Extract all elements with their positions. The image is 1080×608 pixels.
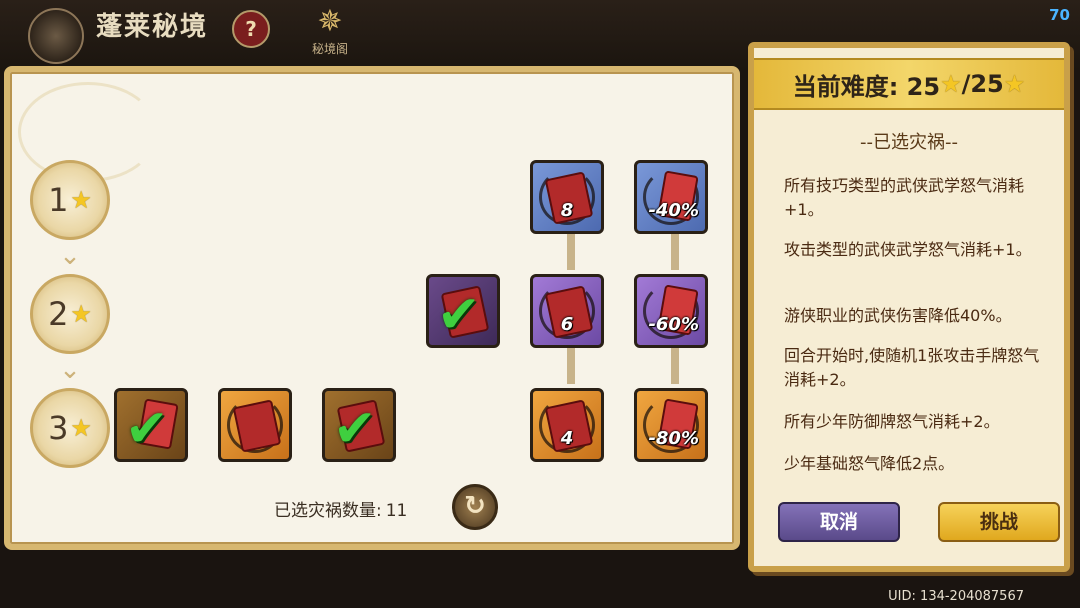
- calamity-card[interactable]: 8: [530, 160, 604, 234]
- difficulty-panel: 当前难度: 25 ★ /25 ★ --已选灾祸-- 所有技巧类型的武侠武学怒气消…: [748, 42, 1070, 572]
- chevron-down-icon: ⌄: [59, 355, 81, 385]
- user-id: UID: 134-204087567: [888, 589, 1024, 604]
- checkmark-icon: ✔: [333, 399, 377, 459]
- calamity-card-selected[interactable]: ✔: [322, 388, 396, 462]
- selected-calamities-title: --已选灾祸--: [860, 132, 958, 153]
- calamity-description: 游侠职业的武侠伤害降低40%。: [784, 306, 1012, 325]
- selected-count: 已选灾祸数量: 11: [270, 496, 407, 521]
- star-icon: ★: [940, 70, 962, 98]
- calamity-description: 所有技巧类型的武侠武学怒气消耗+1。: [784, 176, 1025, 219]
- selected-count-label: 已选灾祸数量:: [274, 501, 382, 521]
- card-value: 8: [560, 200, 574, 221]
- fps-counter: 70: [1049, 6, 1070, 24]
- checkmark-icon: ✔: [437, 285, 481, 345]
- calamity-card[interactable]: -80%: [634, 388, 708, 462]
- calamity-card[interactable]: -60%: [634, 274, 708, 348]
- reset-icon[interactable]: ↻: [452, 484, 498, 530]
- difficulty-label: 当前难度: 25: [792, 72, 941, 101]
- calamity-card-selected[interactable]: ✔: [426, 274, 500, 348]
- card-connector: [671, 348, 679, 384]
- calamity-description: 回合开始时,使随机1张攻击手牌怒气消耗+2。: [784, 346, 1040, 389]
- page-title: 蓬莱秘境: [96, 12, 209, 42]
- tier-3-badge: 3 ★: [30, 388, 110, 468]
- calamity-board: 1 ★ ⌄ 2 ★ ⌄ 3 ★ 8 -40% ✔ 6 -60% ✔ ✔ 4 -8…: [4, 66, 740, 550]
- card-value: 6: [560, 314, 574, 335]
- chevron-down-icon: ⌄: [59, 241, 81, 271]
- checkmark-icon: ✔: [125, 399, 169, 459]
- star-icon: ★: [70, 414, 92, 442]
- star-icon: ★: [70, 300, 92, 328]
- tier-number: 3: [48, 409, 69, 447]
- tier-number: 1: [48, 181, 69, 219]
- calamity-card[interactable]: -40%: [634, 160, 708, 234]
- card-value: -80%: [648, 428, 699, 449]
- card-connector: [671, 234, 679, 270]
- star-icon: ★: [70, 186, 92, 214]
- card-connector: [567, 348, 575, 384]
- difficulty-header: 当前难度: 25 ★ /25 ★: [754, 58, 1064, 110]
- calamity-card-selected[interactable]: ✔: [114, 388, 188, 462]
- star-icon: ★: [1003, 70, 1026, 98]
- tier-1-badge: 1 ★: [30, 160, 110, 240]
- pavilion-button[interactable]: ✵ 秘境阁: [300, 4, 360, 64]
- calamity-card[interactable]: 4: [530, 388, 604, 462]
- cancel-button[interactable]: 取消: [778, 502, 900, 542]
- realm-logo-icon: [28, 8, 84, 64]
- calamity-description: 少年基础怒气降低2点。: [784, 454, 955, 473]
- pavilion-label: 秘境阁: [311, 42, 348, 56]
- calamity-card[interactable]: 6: [530, 274, 604, 348]
- calamity-card[interactable]: [218, 388, 292, 462]
- help-icon[interactable]: ?: [232, 10, 270, 48]
- difficulty-total: /25: [961, 70, 1004, 98]
- challenge-button[interactable]: 挑战: [938, 502, 1060, 542]
- selected-count-value: 11: [385, 501, 408, 521]
- card-connector: [567, 234, 575, 270]
- card-value: 4: [560, 428, 574, 449]
- pavilion-icon: ✵: [317, 4, 343, 39]
- card-value: -40%: [648, 200, 699, 221]
- calamity-description: 所有少年防御牌怒气消耗+2。: [784, 412, 1000, 431]
- tier-2-badge: 2 ★: [30, 274, 110, 354]
- calamity-description: 攻击类型的武侠武学怒气消耗+1。: [784, 240, 1032, 259]
- card-value: -60%: [648, 314, 699, 335]
- tier-number: 2: [48, 295, 69, 333]
